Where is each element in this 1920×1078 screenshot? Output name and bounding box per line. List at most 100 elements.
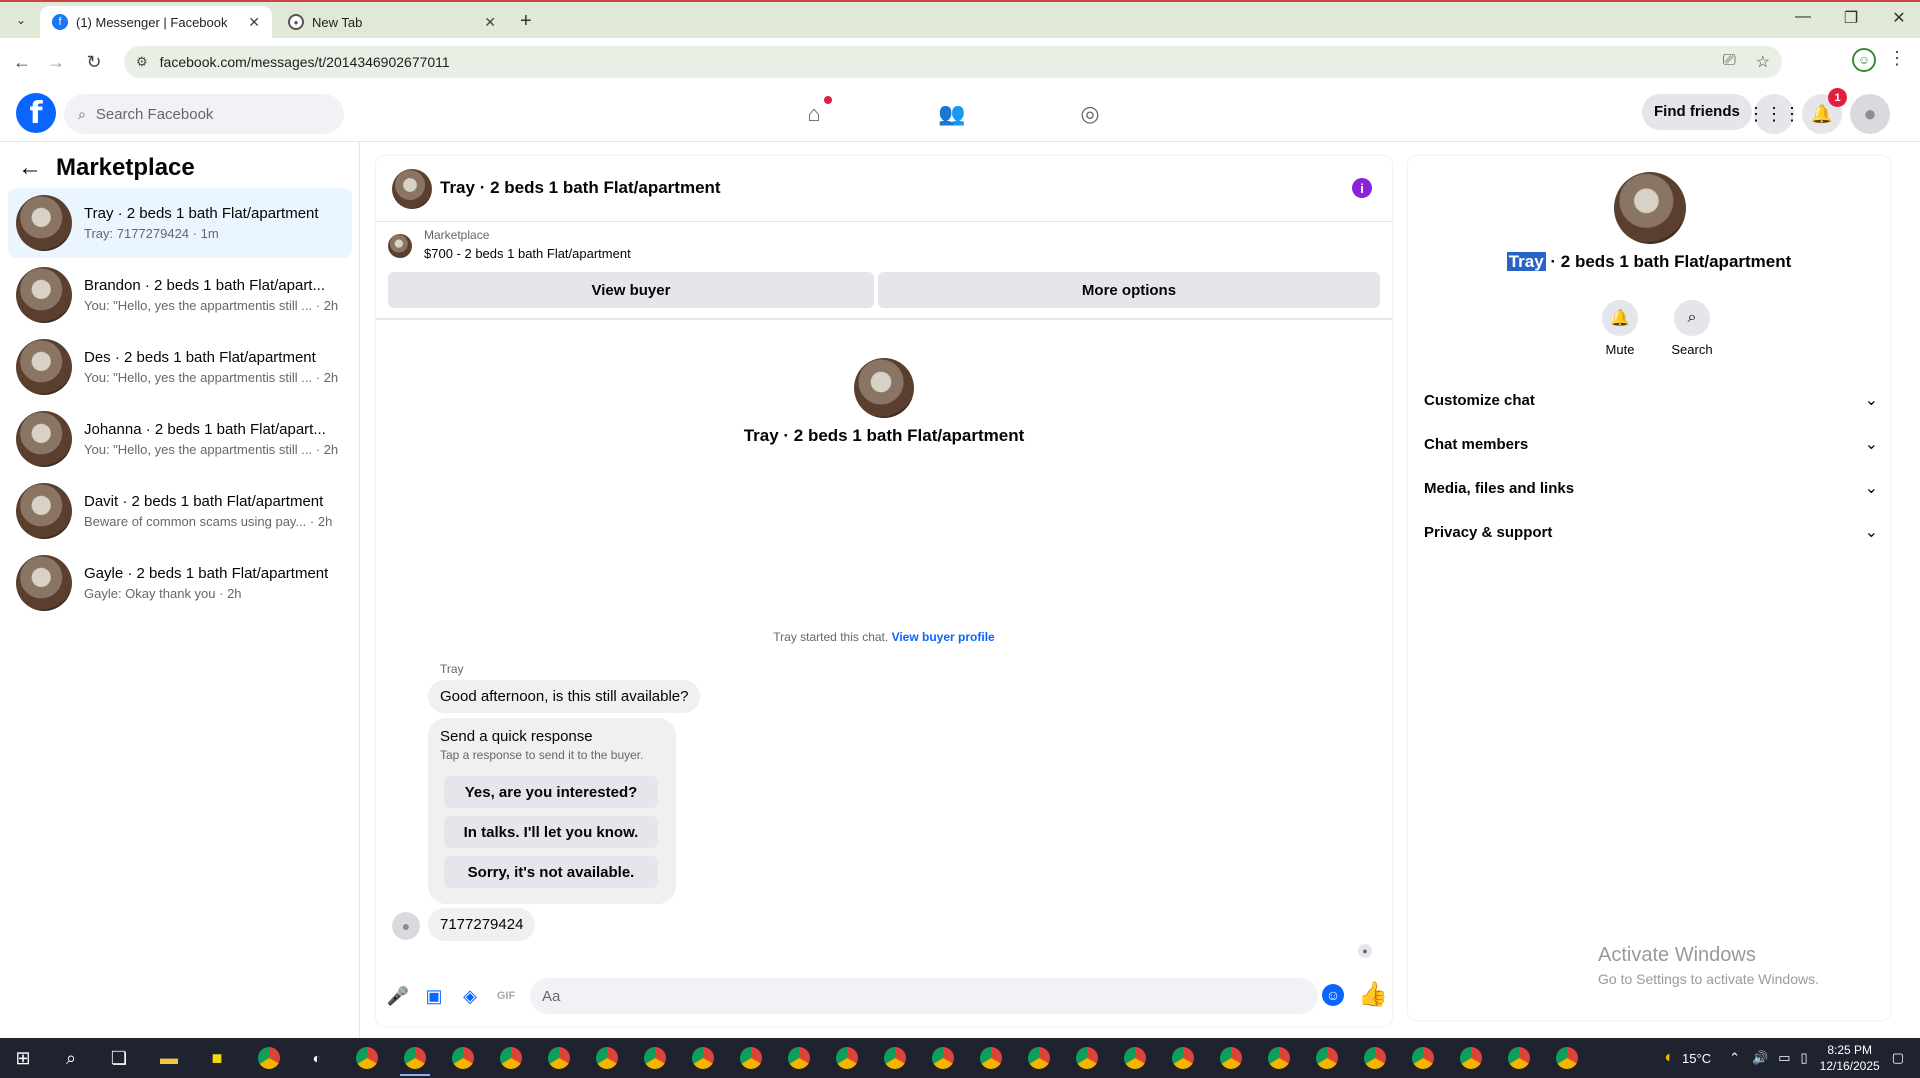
- chrome-icon[interactable]: [596, 1047, 618, 1069]
- address-bar[interactable]: ⚙ facebook.com/messages/t/20143469026770…: [124, 46, 1782, 78]
- quick-response-button[interactable]: In talks. I'll let you know.: [444, 816, 658, 848]
- menu-grid-icon[interactable]: ⋮⋮⋮: [1747, 94, 1801, 134]
- chrome-icon[interactable]: [1412, 1047, 1434, 1069]
- back-icon[interactable]: ←: [8, 48, 36, 76]
- tab-search-dropdown-icon[interactable]: ⌄: [10, 10, 32, 30]
- close-tab-icon[interactable]: ✕: [484, 14, 496, 31]
- battery-icon[interactable]: ▯: [1800, 1050, 1807, 1066]
- system-clock[interactable]: 8:25 PM 12/16/2025: [1820, 1042, 1880, 1074]
- chrome-icon[interactable]: [932, 1047, 954, 1069]
- more-options-button[interactable]: More options: [878, 272, 1380, 308]
- customize-chat-section[interactable]: Customize chat ⌄: [1424, 382, 1878, 418]
- chrome-icon[interactable]: [1220, 1047, 1242, 1069]
- mute-action[interactable]: 🔔 Mute: [1590, 300, 1650, 357]
- search-input[interactable]: ⌕ Search Facebook: [64, 94, 344, 134]
- tab-new-tab[interactable]: ● New Tab ✕: [276, 6, 508, 38]
- chrome-icon[interactable]: [884, 1047, 906, 1069]
- facebook-logo[interactable]: f: [16, 93, 56, 133]
- sticky-notes-icon[interactable]: ■: [202, 1044, 232, 1072]
- restore-icon[interactable]: ❐: [1836, 8, 1866, 28]
- volume-icon[interactable]: 🔊: [1752, 1050, 1768, 1066]
- forward-icon[interactable]: →: [42, 48, 70, 76]
- quick-response-button[interactable]: Yes, are you interested?: [444, 776, 658, 808]
- chrome-icon[interactable]: [356, 1047, 378, 1069]
- bookmark-star-icon[interactable]: ☆: [1756, 52, 1770, 72]
- tray-overflow-icon[interactable]: ⌃: [1729, 1050, 1740, 1066]
- file-explorer-icon[interactable]: ▬: [154, 1044, 184, 1072]
- conversation-item[interactable]: Des · 2 beds 1 bath Flat/apartment You: …: [8, 332, 352, 402]
- chat-members-section[interactable]: Chat members ⌄: [1424, 426, 1878, 462]
- app-icon[interactable]: ◐: [302, 1044, 332, 1072]
- chrome-icon[interactable]: [1076, 1047, 1098, 1069]
- conversation-item[interactable]: Gayle · 2 beds 1 bath Flat/apartment Gay…: [8, 548, 352, 618]
- conversation-snippet: You: "Hello, yes the appartmentis still …: [84, 298, 339, 313]
- search-action[interactable]: ⌕ Search: [1662, 300, 1722, 357]
- chrome-icon[interactable]: [452, 1047, 474, 1069]
- network-icon[interactable]: ▭: [1778, 1050, 1790, 1066]
- gif-icon[interactable]: GIF: [492, 982, 520, 1010]
- sticker-icon[interactable]: ◈: [456, 982, 484, 1010]
- chrome-icon[interactable]: [400, 1047, 430, 1076]
- close-window-icon[interactable]: ✕: [1884, 8, 1914, 28]
- notification-center-icon[interactable]: ▢: [1892, 1050, 1904, 1066]
- view-buyer-button[interactable]: View buyer: [388, 272, 874, 308]
- chrome-icon[interactable]: [836, 1047, 858, 1069]
- emoji-icon[interactable]: ☺: [1322, 984, 1344, 1006]
- chrome-icon[interactable]: [1556, 1047, 1578, 1069]
- account-avatar[interactable]: ●: [1850, 94, 1890, 134]
- groups-icon[interactable]: ◎: [1072, 96, 1108, 132]
- minimize-icon[interactable]: —: [1788, 8, 1818, 26]
- chrome-icon[interactable]: [500, 1047, 522, 1069]
- windows-start-icon[interactable]: ⊞: [8, 1044, 38, 1072]
- profile-icon[interactable]: ☺: [1852, 48, 1876, 72]
- weather-icon[interactable]: ◐: [1664, 1049, 1674, 1067]
- privacy-support-section[interactable]: Privacy & support ⌄: [1424, 514, 1878, 550]
- conversation-item[interactable]: Brandon · 2 beds 1 bath Flat/apart... Yo…: [8, 260, 352, 330]
- chrome-icon[interactable]: [1172, 1047, 1194, 1069]
- chrome-icon[interactable]: [1268, 1047, 1290, 1069]
- chat-avatar-large: [1614, 172, 1686, 244]
- chrome-icon[interactable]: [788, 1047, 810, 1069]
- chrome-icon[interactable]: [1316, 1047, 1338, 1069]
- chrome-icon[interactable]: [1028, 1047, 1050, 1069]
- chrome-icon[interactable]: [740, 1047, 762, 1069]
- new-tab-button[interactable]: +: [520, 10, 532, 33]
- chrome-icon[interactable]: [1124, 1047, 1146, 1069]
- media-files-links-section[interactable]: Media, files and links ⌄: [1424, 470, 1878, 506]
- conversation-item[interactable]: Davit · 2 beds 1 bath Flat/apartment Bew…: [8, 476, 352, 546]
- find-friends-button[interactable]: Find friends: [1642, 94, 1752, 130]
- chat-title[interactable]: Tray · 2 beds 1 bath Flat/apartment: [440, 178, 721, 198]
- thumbs-up-icon[interactable]: 👍: [1358, 980, 1388, 1009]
- task-view-icon[interactable]: ❏: [104, 1044, 134, 1072]
- search-icon[interactable]: ⌕: [56, 1044, 86, 1072]
- quick-response-button[interactable]: Sorry, it's not available.: [444, 856, 658, 888]
- back-arrow-icon[interactable]: ←: [18, 154, 42, 182]
- site-settings-icon[interactable]: ⚙: [136, 54, 148, 70]
- temperature[interactable]: 15°C: [1682, 1051, 1711, 1066]
- install-app-icon[interactable]: ⎚: [1723, 52, 1736, 72]
- tab-messenger[interactable]: f (1) Messenger | Facebook ✕: [40, 6, 272, 38]
- chrome-icon[interactable]: [692, 1047, 714, 1069]
- conversation-item[interactable]: Tray · 2 beds 1 bath Flat/apartment Tray…: [8, 188, 352, 258]
- chrome-icon[interactable]: [548, 1047, 570, 1069]
- photo-icon[interactable]: ▣: [420, 982, 448, 1010]
- conversation-item[interactable]: Johanna · 2 beds 1 bath Flat/apart... Yo…: [8, 404, 352, 474]
- bell-icon: 🔔: [1602, 300, 1638, 336]
- more-menu-icon[interactable]: ⋮: [1888, 48, 1906, 69]
- chrome-icon[interactable]: [980, 1047, 1002, 1069]
- info-icon[interactable]: i: [1352, 178, 1372, 198]
- message-input[interactable]: Aa: [530, 978, 1318, 1014]
- view-buyer-profile-link[interactable]: View buyer profile: [892, 630, 995, 644]
- sender-avatar[interactable]: ●: [392, 912, 420, 940]
- chrome-icon[interactable]: [1460, 1047, 1482, 1069]
- friends-icon[interactable]: 👥: [934, 96, 970, 132]
- chrome-icon[interactable]: [1364, 1047, 1386, 1069]
- chrome-icon[interactable]: [644, 1047, 666, 1069]
- microphone-icon[interactable]: 🎤: [384, 982, 412, 1010]
- chat-avatar[interactable]: [392, 169, 432, 209]
- chrome-icon[interactable]: [258, 1047, 280, 1069]
- home-icon[interactable]: ⌂: [796, 96, 832, 132]
- close-tab-icon[interactable]: ✕: [248, 14, 260, 31]
- chrome-icon[interactable]: [1508, 1047, 1530, 1069]
- reload-icon[interactable]: ↻: [80, 48, 108, 76]
